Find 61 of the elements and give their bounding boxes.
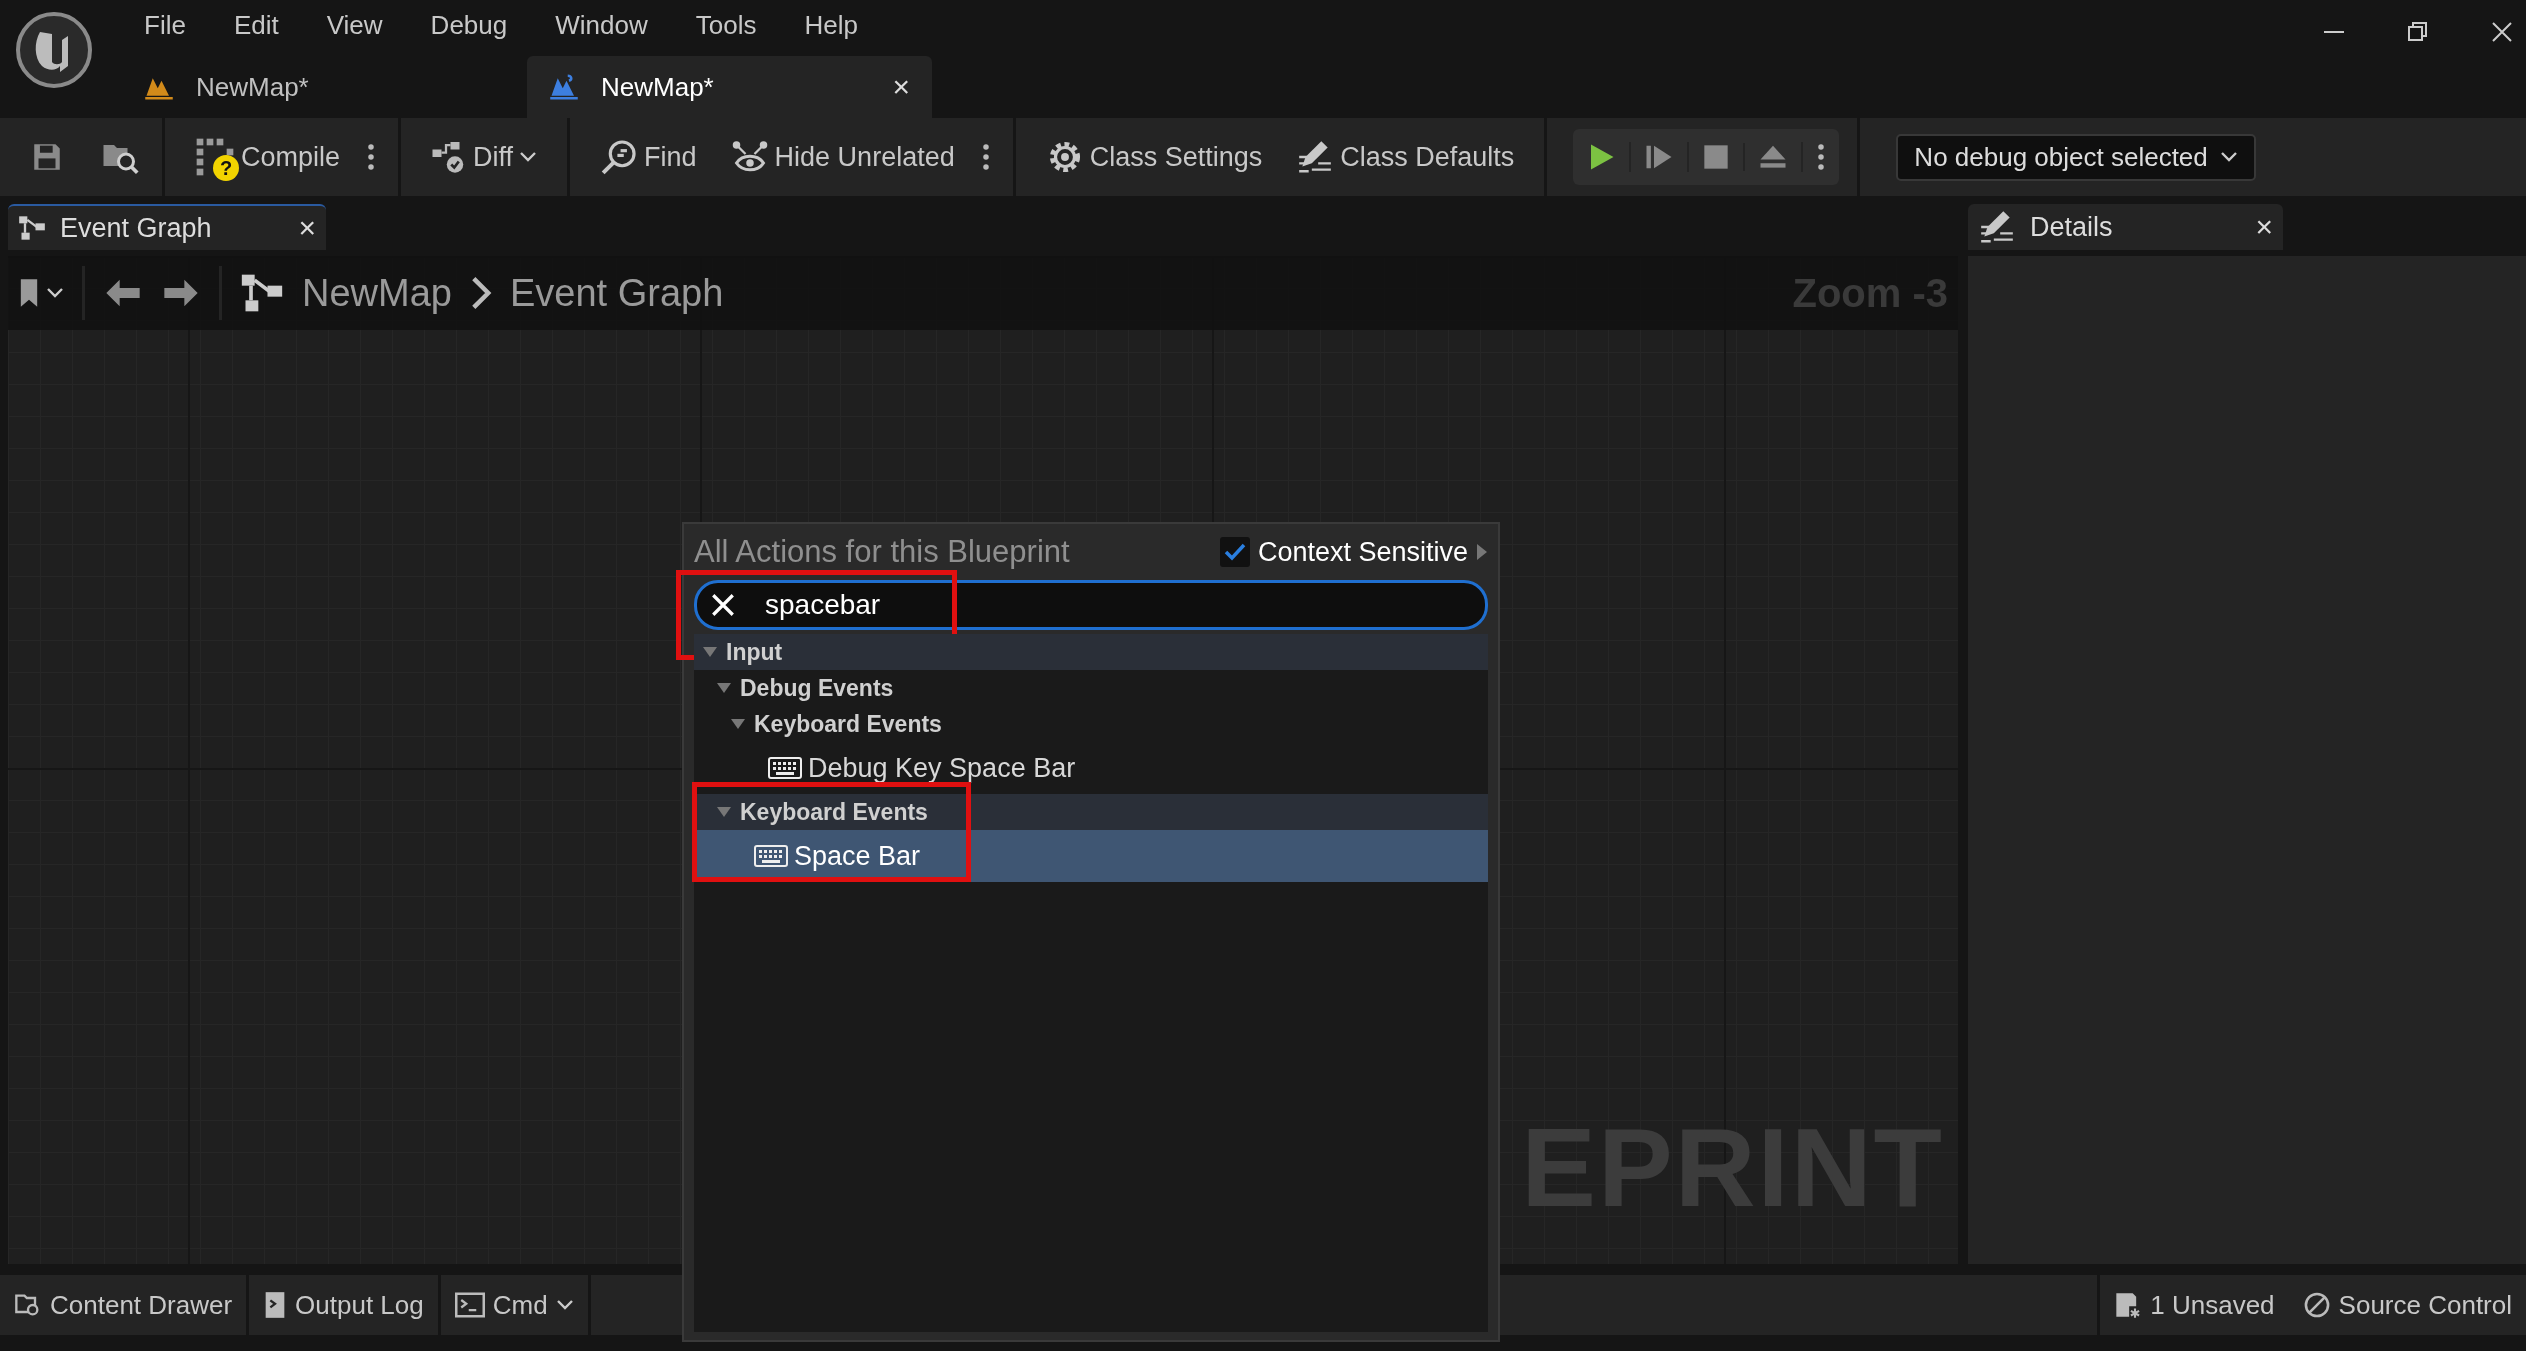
document-tab[interactable]: NewMap* ×	[527, 56, 932, 118]
toolbar-button[interactable]: Class Settings	[1037, 138, 1271, 176]
menu-item[interactable]: View	[302, 9, 407, 41]
more-icon[interactable]	[980, 142, 991, 172]
status-badge: ?	[213, 155, 239, 181]
blueprint-icon	[549, 73, 579, 101]
chevron-down-icon	[46, 287, 64, 299]
breadcrumb-item[interactable]: Event Graph	[509, 271, 724, 315]
action-item[interactable]: Space Bar	[694, 830, 1488, 882]
caret-right-icon	[1476, 542, 1488, 562]
menu-item[interactable]: Help	[780, 9, 882, 41]
chevron-down-icon	[555, 1299, 574, 1311]
action-item[interactable]: Debug Key Space Bar	[694, 742, 1488, 794]
expand-arrow-icon[interactable]	[702, 646, 718, 658]
menu-item[interactable]: Edit	[209, 9, 303, 41]
menu-title: All Actions for this Blueprint	[694, 534, 1070, 570]
context-checkbox[interactable]	[1219, 537, 1250, 567]
category-label[interactable]: Keyboard Events	[740, 798, 928, 826]
keyboard-icon	[768, 757, 802, 779]
chevron-down-icon	[519, 151, 538, 163]
category-label[interactable]: Input	[726, 638, 783, 666]
terminal-icon	[454, 1292, 485, 1318]
status-button[interactable]: Output Log	[249, 1275, 441, 1335]
menu-item[interactable]: Debug	[406, 9, 532, 41]
close-icon[interactable]	[2490, 20, 2514, 44]
toolbar-button[interactable]: Find	[592, 138, 705, 176]
details-tab[interactable]: Details ×	[1968, 204, 2283, 250]
search-icon	[600, 138, 639, 176]
restore-icon[interactable]	[2406, 20, 2430, 44]
no-entry-icon	[2302, 1291, 2331, 1319]
status-button[interactable]: Source Control	[2288, 1275, 2526, 1335]
close-tab-button[interactable]: ×	[298, 211, 316, 245]
logo-icon[interactable]	[14, 10, 94, 90]
expand-arrow-icon[interactable]	[716, 806, 732, 818]
document-tab[interactable]: NewMap*	[122, 56, 527, 118]
category-label[interactable]: Debug Events	[740, 674, 894, 702]
close-tab-button[interactable]: ×	[2255, 210, 2273, 244]
expand-arrow-icon[interactable]	[716, 682, 732, 694]
category-label[interactable]: Keyboard Events	[754, 710, 942, 738]
close-tab-button[interactable]: ×	[892, 70, 910, 104]
expand-arrow-icon[interactable]	[730, 718, 746, 730]
chevron-down-icon	[2219, 151, 2238, 163]
more-icon[interactable]	[366, 142, 377, 172]
search-field[interactable]: spacebar	[694, 580, 1488, 630]
menu-item[interactable]: Tools	[671, 9, 781, 41]
graph-tab[interactable]: Event Graph ×	[8, 204, 326, 250]
breadcrumb-item[interactable]: NewMap	[302, 271, 452, 315]
clear-icon[interactable]	[710, 592, 736, 618]
menu-item[interactable]: File	[122, 9, 210, 41]
graph-icon	[18, 214, 46, 242]
status-button[interactable]: Cmd	[440, 1275, 591, 1335]
keyboard-icon	[754, 845, 788, 867]
debug-object-dropdown[interactable]: No debug object selected	[1896, 133, 2256, 181]
status-button[interactable]: 1 Unsaved	[2100, 1275, 2289, 1335]
menu-item[interactable]: Window	[531, 9, 672, 41]
toolbar-button[interactable]: Diff	[423, 139, 546, 175]
checkbox-label[interactable]: Context Sensitive	[1257, 536, 1468, 568]
toolbar-button[interactable]: Class Defaults	[1288, 138, 1523, 176]
status-button[interactable]: Content Drawer	[0, 1275, 250, 1335]
toolbar-button[interactable]: Hide Unrelated	[722, 139, 963, 175]
bookmark-icon[interactable]	[18, 278, 40, 308]
